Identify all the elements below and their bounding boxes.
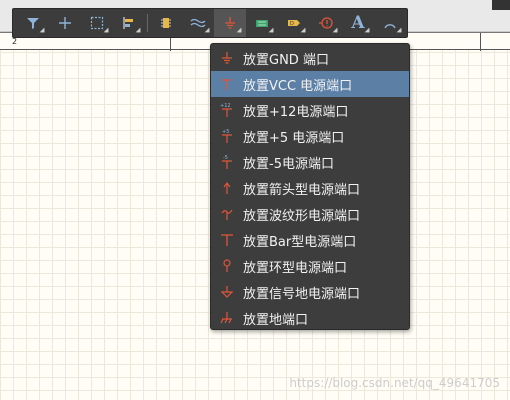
text-icon: A xyxy=(351,13,365,33)
menu-item-circle-power-port[interactable]: 放置环型电源端口 xyxy=(211,253,409,279)
align-button[interactable] xyxy=(113,9,145,37)
menu-item-minus5-port[interactable]: -5 放置-5电源端口 xyxy=(211,149,409,175)
toolbar-separator xyxy=(147,14,148,32)
minus5-icon: -5 xyxy=(222,155,232,169)
text-button[interactable]: A xyxy=(342,9,374,37)
menu-item-arrow-power-port[interactable]: 放置箭头型电源端口 xyxy=(211,175,409,201)
gnd-icon xyxy=(222,52,232,64)
wave-power-icon xyxy=(221,209,233,220)
port-button[interactable]: D xyxy=(278,9,310,37)
corner-block xyxy=(492,0,510,10)
menu-item-plus5-port[interactable]: +5 放置+5 电源端口 xyxy=(211,123,409,149)
menu-item-earth-ground-port[interactable]: 放置地端口 xyxy=(211,305,409,331)
ruler-tick xyxy=(480,33,481,51)
menu-item-plus12-port[interactable]: +12 放置+12电源端口 xyxy=(211,97,409,123)
power-ground-icon xyxy=(225,17,235,29)
wiring-toolbar: D A xyxy=(12,8,408,38)
power-port-dropdown: 放置GND 端口 放置VCC 电源端口 +12 放置+12电源端口 +5 放置+… xyxy=(210,43,410,330)
vcc-icon xyxy=(222,79,232,90)
menu-item-gnd-port[interactable]: 放置GND 端口 xyxy=(211,45,409,71)
arrow-power-icon xyxy=(223,182,231,194)
crosshair-button[interactable] xyxy=(49,9,81,37)
menu-item-label: 放置+5 电源端口 xyxy=(243,130,345,146)
plus5-badge: +5 xyxy=(222,129,229,135)
harness-icon xyxy=(256,20,268,27)
menu-item-signal-ground-port[interactable]: 放置信号地电源端口 xyxy=(211,279,409,305)
filter-button[interactable] xyxy=(17,9,49,37)
menu-item-label: 放置Bar型电源端口 xyxy=(243,234,357,250)
circle-power-icon xyxy=(223,259,231,272)
no-erc-button[interactable] xyxy=(310,9,342,37)
zone-label: 2 xyxy=(12,37,18,46)
component-icon xyxy=(161,18,171,28)
no-erc-icon xyxy=(319,17,333,29)
menu-item-vcc-port[interactable]: 放置VCC 电源端口 xyxy=(211,71,409,97)
plus12-icon: +12 xyxy=(220,103,232,117)
harness-button[interactable] xyxy=(246,9,278,37)
menu-item-label: 放置VCC 电源端口 xyxy=(243,78,353,94)
minus5-badge: -5 xyxy=(223,155,228,161)
component-button[interactable] xyxy=(150,9,182,37)
svg-text:D: D xyxy=(290,21,294,27)
menu-item-label: 放置地端口 xyxy=(243,312,309,328)
select-rect-icon xyxy=(90,16,104,30)
arc-icon xyxy=(384,24,396,29)
signal-ground-icon xyxy=(220,286,234,298)
plus12-badge: +12 xyxy=(220,103,231,109)
menu-item-label: 放置波纹形电源端口 xyxy=(243,208,361,224)
menu-item-label: 放置环型电源端口 xyxy=(243,260,348,276)
crosshair-icon xyxy=(59,17,71,29)
select-rect-button[interactable] xyxy=(81,9,113,37)
port-icon: D xyxy=(288,20,300,27)
wire-icon xyxy=(190,18,206,28)
menu-item-bar-power-port[interactable]: 放置Bar型电源端口 xyxy=(211,227,409,253)
arc-button[interactable] xyxy=(374,9,406,37)
earth-ground-icon xyxy=(220,312,232,324)
bar-power-icon xyxy=(221,234,233,246)
menu-item-label: 放置GND 端口 xyxy=(243,52,329,68)
watermark: https://blog.csdn.net/qq_49641705 xyxy=(289,376,500,390)
menu-item-wave-power-port[interactable]: 放置波纹形电源端口 xyxy=(211,201,409,227)
menu-item-label: 放置箭头型电源端口 xyxy=(243,182,361,198)
filter-icon xyxy=(27,18,39,29)
align-icon xyxy=(123,17,133,29)
menu-item-label: 放置-5电源端口 xyxy=(243,156,334,172)
power-port-button[interactable] xyxy=(214,9,246,37)
menu-item-label: 放置信号地电源端口 xyxy=(243,286,361,302)
plus5-icon: +5 xyxy=(222,129,232,143)
menu-item-label: 放置+12电源端口 xyxy=(243,104,349,120)
wire-button[interactable] xyxy=(182,9,214,37)
